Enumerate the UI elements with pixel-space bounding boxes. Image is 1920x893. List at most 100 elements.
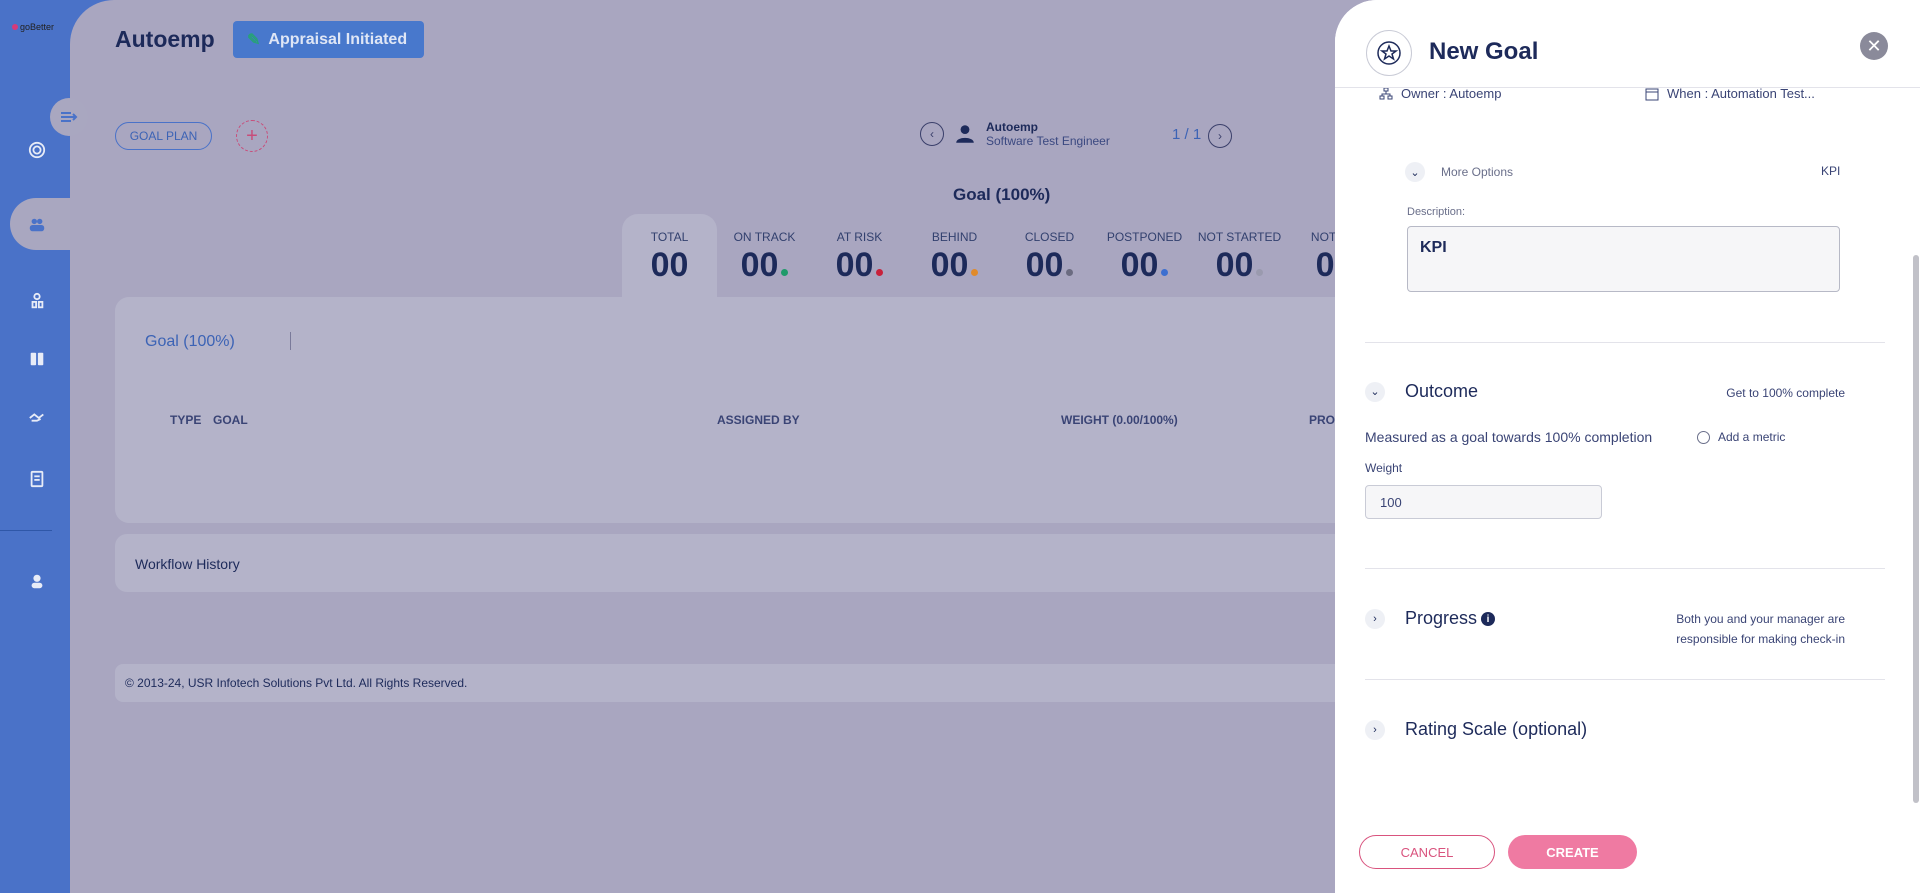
- add-metric-label: Add a metric: [1718, 430, 1786, 444]
- goal-status-stats: TOTAL 00 ON TRACK 00 AT RISK 00 BEHIND 00 CL…: [622, 214, 1382, 298]
- goal-when[interactable]: When : Automation Test...: [1645, 86, 1815, 101]
- brand-logo[interactable]: goBetter: [12, 22, 54, 32]
- stat-label: AT RISK: [836, 230, 883, 244]
- goal-plan-button[interactable]: GOAL PLAN: [115, 122, 212, 150]
- appraisal-status-badge[interactable]: ✎ Appraisal Initiated: [233, 21, 424, 58]
- app-root: goBetter Autoemp ✎ Appraisal Initiated G…: [0, 0, 1920, 893]
- more-options-toggle[interactable]: ⌄ More Options: [1405, 162, 1513, 182]
- employee-name: Autoemp: [986, 120, 1038, 134]
- report-icon[interactable]: [26, 468, 48, 490]
- description-textarea[interactable]: KPI: [1407, 226, 1840, 292]
- status-dot-icon: [971, 269, 979, 276]
- stat-total[interactable]: TOTAL 00: [622, 214, 717, 298]
- section-divider: [1365, 568, 1885, 569]
- create-button[interactable]: CREATE: [1508, 835, 1637, 869]
- progress-section-toggle[interactable]: › Progress i: [1365, 608, 1496, 629]
- stat-value: 00: [931, 246, 979, 285]
- stat-value: 00: [1216, 246, 1264, 285]
- add-metric-radio[interactable]: Add a metric: [1697, 430, 1785, 444]
- collapse-arrow-icon: [61, 112, 78, 122]
- goal-tab[interactable]: Goal (100%): [145, 333, 235, 351]
- chevron-right-icon: ›: [1218, 129, 1222, 143]
- owner-text: Owner : Autoemp: [1401, 86, 1502, 101]
- employee-pager: 1 / 1: [1172, 126, 1201, 143]
- rating-scale-title: Rating Scale (optional): [1405, 719, 1588, 739]
- description-label: Description:: [1407, 206, 1466, 218]
- status-dot-icon: [1066, 269, 1074, 276]
- workflow-history[interactable]: Workflow History: [115, 534, 1415, 592]
- user-settings-icon[interactable]: [26, 570, 48, 592]
- book-icon[interactable]: [26, 348, 48, 370]
- section-divider: [1365, 342, 1885, 343]
- page-title: Autoemp: [115, 26, 215, 52]
- pager-text: 1 / 1: [1172, 126, 1202, 143]
- stat-label: NOT STARTED: [1197, 230, 1282, 244]
- next-employee-button[interactable]: ›: [1208, 124, 1232, 148]
- column-goal: GOAL: [213, 413, 248, 427]
- progress-note-line: Both you and your manager are: [1676, 612, 1845, 626]
- drawer-scrollbar-thumb[interactable]: [1913, 255, 1919, 803]
- rail-divider: [0, 530, 52, 531]
- stat-not-started[interactable]: NOT STARTED 00: [1192, 214, 1287, 298]
- rating-scale-section-toggle[interactable]: › Rating Scale (optional): [1365, 719, 1587, 740]
- chevron-down-icon: ⌄: [1365, 381, 1385, 402]
- status-dot-icon: [1161, 269, 1169, 276]
- stat-value: 00: [836, 246, 884, 285]
- more-options-label: More Options: [1441, 165, 1514, 179]
- stat-number: 00: [1120, 246, 1159, 284]
- progress-title: Progress: [1405, 608, 1478, 628]
- prev-employee-button[interactable]: ‹: [920, 122, 944, 146]
- stat-number: 00: [835, 246, 874, 284]
- employee-switcher: ‹ Autoemp Software Test Engineer: [920, 120, 1110, 148]
- target-icon[interactable]: [26, 139, 48, 161]
- close-icon: ✕: [1866, 35, 1882, 56]
- stat-closed[interactable]: CLOSED 00: [1002, 214, 1097, 298]
- calendar-icon: [1645, 88, 1659, 100]
- stat-label: POSTPONED: [1106, 230, 1183, 244]
- progress-note-line: responsible for making check-in: [1676, 632, 1845, 646]
- column-type: TYPE: [170, 413, 202, 427]
- employee-role: Software Test Engineer: [986, 134, 1110, 148]
- new-goal-drawer: Owner : Autoemp When : Automation Test..…: [1335, 0, 1920, 893]
- stat-behind[interactable]: BEHIND 00: [907, 214, 1002, 298]
- outcome-section-toggle[interactable]: ⌄ Outcome: [1365, 381, 1478, 402]
- column-weight: WEIGHT (0.00/100%): [1061, 413, 1178, 427]
- footer-copyright: © 2013-24, USR Infotech Solutions Pvt Lt…: [115, 664, 1415, 702]
- chevron-right-icon: ›: [1365, 719, 1385, 740]
- chevron-right-icon: ›: [1365, 608, 1385, 629]
- add-goal-plan-button[interactable]: +: [236, 120, 268, 152]
- stat-value: 00: [1026, 246, 1074, 285]
- weight-input[interactable]: 100: [1365, 485, 1602, 519]
- tab-divider: [290, 332, 291, 350]
- stat-number: 00: [1215, 246, 1254, 284]
- brand-dot-icon: [12, 24, 18, 30]
- stat-at-risk[interactable]: AT RISK 00: [812, 214, 907, 298]
- team-icon[interactable]: [26, 214, 48, 236]
- stat-number: 00: [740, 246, 779, 284]
- status-dot-icon: [781, 269, 789, 276]
- cancel-button[interactable]: CANCEL: [1359, 835, 1495, 869]
- stat-label: TOTAL: [650, 230, 689, 244]
- collapse-sidebar-button[interactable]: [50, 98, 88, 136]
- progress-title-wrap: Progress i: [1405, 608, 1496, 629]
- stat-on-track[interactable]: ON TRACK 00: [717, 214, 812, 298]
- badge-label: Appraisal Initiated: [268, 30, 408, 48]
- stat-postponed[interactable]: POSTPONED 00: [1097, 214, 1192, 298]
- avatar-icon: [956, 125, 974, 143]
- status-dot-icon: [1256, 269, 1264, 276]
- stat-value: 00: [1121, 246, 1169, 285]
- status-dot-icon: [876, 269, 884, 276]
- stat-number: 00: [1025, 246, 1064, 284]
- info-icon[interactable]: i: [1481, 612, 1496, 627]
- outcome-title: Outcome: [1405, 381, 1479, 401]
- column-assigned-by: ASSIGNED BY: [717, 413, 800, 427]
- section-divider: [1365, 679, 1885, 680]
- person-tree-icon[interactable]: [26, 290, 48, 312]
- hierarchy-icon: [1379, 87, 1393, 99]
- goal-star-icon: [1366, 30, 1412, 76]
- goal-list-panel: Goal (100%) TYPE GOAL ASSIGNED BY WEIGHT…: [115, 297, 1415, 523]
- goal-owner: Owner : Autoemp: [1379, 86, 1501, 101]
- outcome-target: Get to 100% complete: [1726, 386, 1845, 400]
- handshake-icon[interactable]: [26, 407, 48, 429]
- close-drawer-button[interactable]: ✕: [1860, 32, 1888, 60]
